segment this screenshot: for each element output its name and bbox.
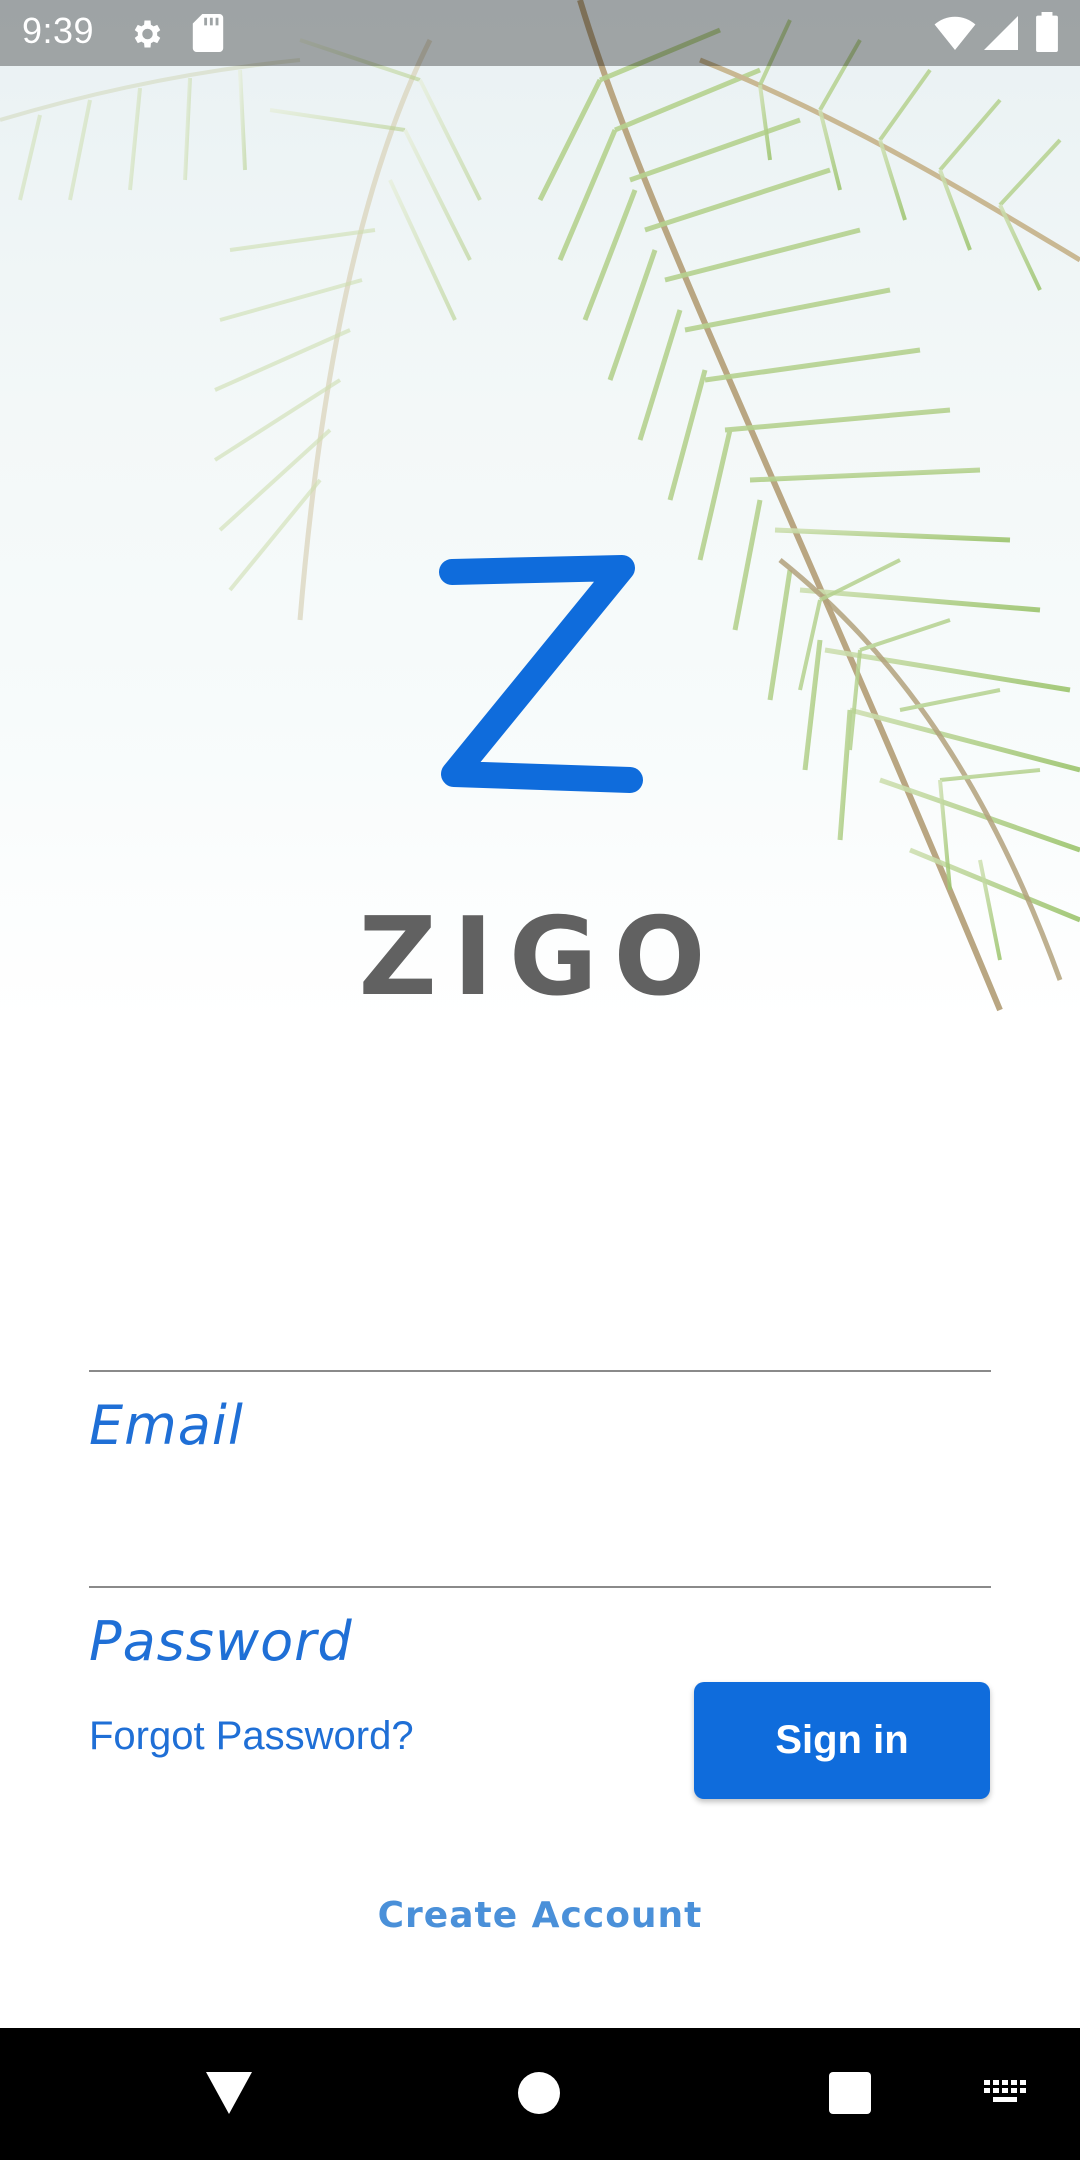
status-time: 9:39 [22,10,95,51]
wifi-icon [934,16,976,50]
keyboard-icon[interactable] [984,2080,1028,2108]
palm-leaves-image [0,0,1080,1012]
settings-icon [134,20,161,48]
email-label: Email [89,1394,244,1457]
zigo-logo-icon [439,555,643,793]
battery-icon [1036,12,1058,52]
password-field[interactable]: Password [89,1586,991,1673]
navigation-bar [0,2028,1080,2160]
hero-background: ZIGO [0,0,1080,1022]
sign-in-button[interactable]: Sign in [694,1682,990,1799]
app-name: ZIGO [358,895,722,1020]
password-underline [89,1586,991,1588]
forgot-password-link[interactable]: Forgot Password? [89,1714,414,1759]
signal-icon [984,16,1018,50]
create-account-link[interactable]: Create Account [0,1895,1080,1936]
email-underline [89,1370,991,1372]
back-icon[interactable] [206,2072,252,2114]
home-icon[interactable] [518,2072,560,2114]
password-label: Password [89,1610,353,1673]
email-field[interactable]: Email [89,1370,991,1457]
status-bar: 9:39 [0,0,1080,66]
recents-icon[interactable] [829,2072,871,2114]
sd-card-icon [192,14,224,52]
